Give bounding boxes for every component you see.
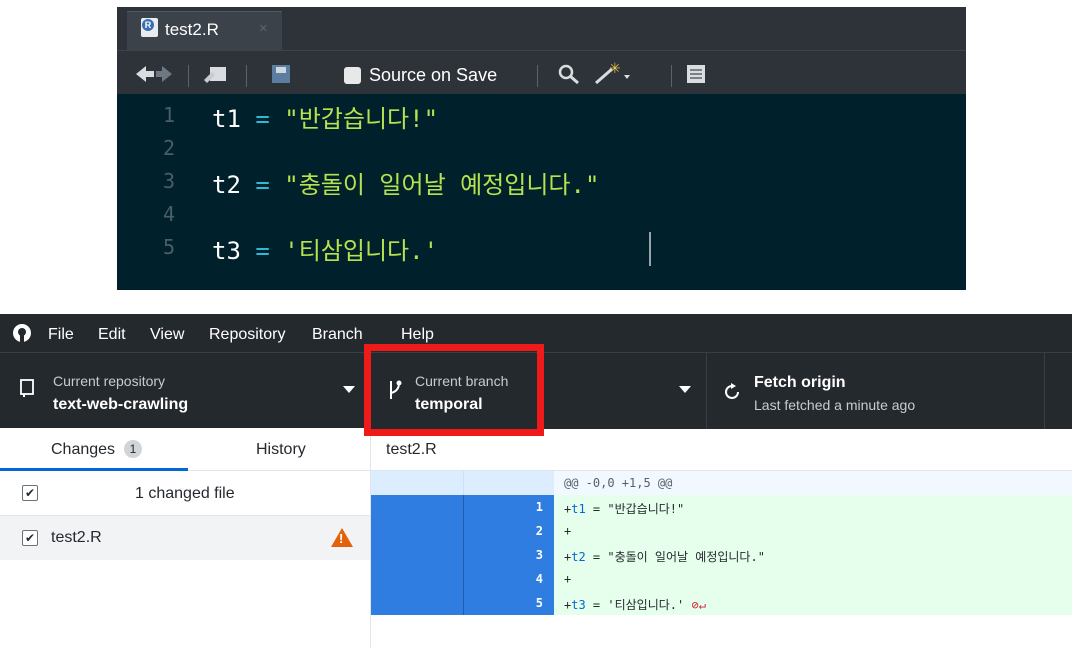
hunk-header: @@ -0,0 +1,5 @@ — [564, 476, 673, 490]
diff-file-name: test2.R — [386, 441, 437, 458]
no-newline-icon: ⊘↵ — [691, 598, 706, 612]
menu-file[interactable]: File — [48, 326, 74, 344]
diff-view: test2.R @@ -0,0 +1,5 @@ 1 +t1 = "반갑습니다!"… — [371, 428, 1072, 648]
changes-sidebar: Changes 1 History ✔ 1 changed file ✔ tes… — [0, 428, 371, 648]
changed-files-header: ✔ 1 changed file — [0, 471, 370, 516]
tab-history[interactable]: History — [188, 428, 370, 470]
editor-tab-bar: R test2.R × — [117, 7, 966, 51]
sync-icon — [725, 383, 739, 399]
changed-file-row[interactable]: ✔ test2.R ! — [0, 516, 370, 560]
changed-file-name: test2.R — [51, 529, 102, 546]
show-in-window-icon[interactable] — [204, 64, 228, 84]
diff-line-number: 5 — [535, 596, 543, 610]
diff-line[interactable]: 5 +t3 = '티삼입니다.' ⊘↵ — [371, 591, 1072, 615]
r-file-icon: R — [141, 18, 158, 37]
line-number: 1 — [162, 103, 175, 127]
tab-close-icon[interactable]: × — [259, 20, 268, 37]
warning-icon: ! — [331, 528, 353, 547]
svg-text:✳: ✳ — [609, 61, 621, 77]
sidebar-tabs: Changes 1 History — [0, 428, 370, 471]
diff-line-number: 1 — [535, 500, 543, 514]
file-checkbox[interactable]: ✔ — [22, 530, 38, 546]
editor-tab-test2[interactable]: R test2.R × — [127, 11, 282, 51]
changed-files-count: 1 changed file — [135, 485, 235, 502]
line-number: 3 — [162, 169, 175, 193]
menu-view[interactable]: View — [150, 326, 184, 344]
current-repository-button[interactable]: Current repository text-web-crawling — [0, 353, 370, 429]
fetch-label: Fetch origin — [754, 374, 846, 391]
tab-history-label: History — [256, 441, 306, 458]
editor-toolbar: Source on Save ✳ — [117, 50, 966, 94]
repo-label: Current repository — [53, 373, 166, 389]
repo-icon — [20, 379, 34, 397]
fetch-origin-button[interactable]: Fetch origin Last fetched a minute ago — [707, 353, 1044, 429]
diff-line-number: 4 — [535, 572, 543, 586]
document-outline-icon[interactable] — [687, 65, 705, 83]
repo-name: text-web-crawling — [53, 396, 189, 413]
code-line[interactable]: t1 = "반갑습니다!" — [212, 99, 438, 134]
diff-line-number: 3 — [535, 548, 543, 562]
editor-tab-title: test2.R — [165, 20, 219, 39]
code-line[interactable]: t2 = "충돌이 일어날 예정입니다." — [212, 165, 599, 200]
menu-repository[interactable]: Repository — [209, 326, 285, 344]
diff-line[interactable]: 1 +t1 = "반갑습니다!" — [371, 495, 1072, 519]
rstudio-editor: R test2.R × Source on Save ✳ 1 t1 = "반갑습… — [117, 7, 966, 290]
chevron-down-icon — [679, 386, 691, 393]
diff-line[interactable]: 3 +t2 = "충돌이 일어날 예정입니다." — [371, 543, 1072, 567]
line-number: 2 — [162, 136, 175, 160]
changes-count-badge: 1 — [124, 440, 142, 458]
code-line[interactable]: t3 = '티삼입니다.' — [212, 231, 438, 266]
magic-wand-icon[interactable]: ✳ — [594, 61, 634, 85]
diff-line[interactable]: 4 + — [371, 567, 1072, 591]
diff-line[interactable]: 2 + — [371, 519, 1072, 543]
highlight-box — [364, 344, 544, 436]
menu-edit[interactable]: Edit — [98, 326, 126, 344]
tab-changes[interactable]: Changes 1 — [0, 428, 188, 471]
tab-changes-label: Changes — [51, 441, 116, 458]
save-icon[interactable] — [272, 65, 290, 83]
fetch-status: Last fetched a minute ago — [754, 397, 916, 413]
diff-line-number: 2 — [535, 524, 543, 538]
source-on-save-checkbox[interactable] — [344, 67, 361, 84]
hunk-header-row: @@ -0,0 +1,5 @@ — [371, 471, 1072, 495]
text-cursor — [649, 232, 651, 266]
line-number: 4 — [162, 202, 175, 226]
back-forward-icon[interactable] — [136, 64, 174, 84]
menu-help[interactable]: Help — [401, 326, 434, 344]
menu-branch[interactable]: Branch — [312, 326, 363, 344]
chevron-down-icon — [343, 386, 355, 393]
source-on-save-label: Source on Save — [369, 65, 498, 85]
select-all-checkbox[interactable]: ✔ — [22, 485, 38, 501]
github-logo-icon — [13, 324, 31, 342]
search-icon[interactable] — [558, 64, 580, 84]
line-number: 5 — [162, 235, 175, 259]
